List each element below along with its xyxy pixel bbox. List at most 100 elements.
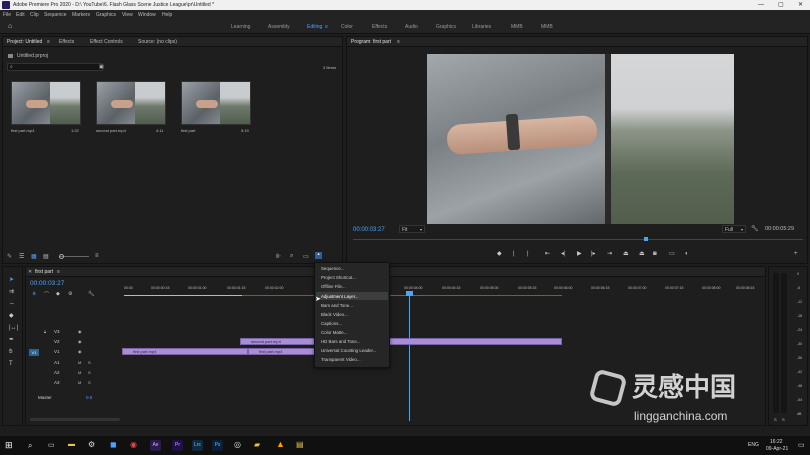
menu-item-universal-counting-leader[interactable]: Universal Counting Leader... xyxy=(321,348,376,353)
add-marker-icon[interactable]: ◆ xyxy=(497,251,502,257)
notes-icon[interactable]: ▤ xyxy=(296,440,304,449)
add-button-icon[interactable]: + xyxy=(794,251,798,257)
task-view-icon[interactable]: ▭ xyxy=(48,441,55,449)
menu-file[interactable]: File xyxy=(3,12,11,18)
menu-item-bars-and-tone[interactable]: Bars and Tone... xyxy=(321,303,353,308)
tab-project-menu-icon[interactable]: ≡ xyxy=(47,39,50,45)
track-a2-label[interactable]: A2 xyxy=(54,370,60,375)
menu-item-project-shortcut[interactable]: Project Shortcut... xyxy=(321,275,356,280)
workspace-audio[interactable]: Audio xyxy=(405,24,418,30)
new-bin-icon[interactable]: ▣ xyxy=(99,64,104,70)
search-icon[interactable]: ⌕ xyxy=(28,441,32,451)
mute-icon[interactable]: M xyxy=(78,380,81,385)
settings-wrench-icon[interactable]: 🔧︎ xyxy=(751,225,759,232)
workspace-effects[interactable]: Effects xyxy=(372,24,387,30)
play-icon[interactable]: ▶ xyxy=(577,251,582,257)
type-tool-icon[interactable]: T xyxy=(9,361,13,367)
file-explorer-icon[interactable]: ▬ xyxy=(68,441,75,448)
vlc-icon[interactable]: ▲ xyxy=(276,439,285,449)
playback-scrubber[interactable] xyxy=(353,237,803,241)
mute-icon[interactable]: M xyxy=(78,370,81,375)
lift-icon[interactable]: ⏏ xyxy=(623,251,629,257)
sequence-menu-icon[interactable]: ≡ xyxy=(57,269,60,275)
menu-item-color-matte[interactable]: Color Matte... xyxy=(321,330,347,335)
vr-icon[interactable]: ◐ xyxy=(685,251,689,257)
ripple-edit-tool-icon[interactable]: ⇔ xyxy=(9,301,15,307)
menu-item-transparent-video[interactable]: Transparent Video... xyxy=(321,357,361,362)
hand-tool-icon[interactable]: ✋︎ xyxy=(9,349,12,355)
new-bin-bottom-icon[interactable]: ▭ xyxy=(303,253,309,260)
lock-icon[interactable]: 🔒︎ xyxy=(44,329,46,334)
snap-icon[interactable]: ⋔ xyxy=(32,291,36,297)
eye-icon[interactable]: ◉ xyxy=(78,349,82,354)
workspace-menu-icon[interactable]: ≡ xyxy=(325,24,328,30)
v1-source-patch[interactable]: V1 xyxy=(29,349,39,356)
go-to-out-icon[interactable]: ⇥ xyxy=(607,251,612,257)
icon-view-icon[interactable]: ▦ xyxy=(31,253,37,260)
list-view-icon[interactable]: ☰ xyxy=(19,253,24,260)
zoom-slider[interactable] xyxy=(59,254,89,259)
menu-item-hd-bars-and-tone[interactable]: HD Bars and Tone... xyxy=(321,339,360,344)
menu-item-sequence[interactable]: Sequence... xyxy=(321,266,344,271)
comparison-view-icon[interactable]: ▭ xyxy=(669,251,675,257)
extract-icon[interactable]: ⏏ xyxy=(639,251,645,257)
windows-start-icon[interactable]: ⊞ xyxy=(5,440,13,451)
clip-thumbnail-first-part-mp4[interactable] xyxy=(11,81,81,125)
step-back-icon[interactable]: ◂| xyxy=(561,251,566,257)
menu-item-captions[interactable]: Captions... xyxy=(321,321,342,326)
solo-icon[interactable]: S xyxy=(88,360,91,365)
program-menu-icon[interactable]: ≡ xyxy=(397,39,400,45)
workspace-color[interactable]: Color xyxy=(341,24,353,30)
chrome-icon[interactable]: ◉ xyxy=(130,440,137,449)
close-sequence-icon[interactable]: ✕ xyxy=(28,269,32,275)
clip-first-part-v1-b[interactable]: first part.mp4 xyxy=(248,348,318,355)
close-icon[interactable]: ✕ xyxy=(798,2,803,8)
taskbar-time[interactable]: 16:22 xyxy=(770,440,783,445)
track-select-tool-icon[interactable]: ⇉ xyxy=(9,289,14,295)
timeline-ruler[interactable]: 00:00 00:00:00:15 00:00:01:00 00:00:01:1… xyxy=(124,283,764,297)
mark-out-icon[interactable]: | xyxy=(527,251,529,257)
mark-in-icon[interactable]: | xyxy=(513,251,515,257)
taskbar-date[interactable]: 09-Apr-21 xyxy=(766,447,788,452)
tab-effect-controls[interactable]: Effect Controls xyxy=(90,40,123,45)
menu-sequence[interactable]: Sequence xyxy=(44,12,67,18)
folder-icon[interactable]: ▰ xyxy=(254,440,260,449)
workspace-libraries[interactable]: Libraries xyxy=(472,24,491,30)
mute-icon[interactable]: M xyxy=(78,360,81,365)
workspace-learning[interactable]: Learning xyxy=(231,24,250,30)
razor-tool-icon[interactable]: ◆ xyxy=(9,313,14,319)
menu-clip[interactable]: Clip xyxy=(30,12,39,18)
sequence-tab[interactable]: first part xyxy=(35,270,53,275)
photoshop-icon[interactable]: Ps xyxy=(212,440,223,451)
timeline-playhead[interactable] xyxy=(406,291,413,421)
timeline-timecode[interactable]: 00:00:03:27 xyxy=(30,280,64,288)
playhead-marker[interactable] xyxy=(644,237,648,241)
clip-thumbnail-first-part-sequence[interactable] xyxy=(181,81,251,125)
program-timecode[interactable]: 00:00:03:27 xyxy=(353,227,385,233)
automate-to-sequence-icon[interactable]: ⊪ xyxy=(276,253,281,260)
clip-first-part-v1-a[interactable]: first part.mp4 xyxy=(122,348,248,355)
menu-graphics[interactable]: Graphics xyxy=(96,12,116,18)
track-v1-label[interactable]: V1 xyxy=(54,349,60,354)
tab-source[interactable]: Source: (no clips) xyxy=(138,40,177,45)
menu-help[interactable]: Help xyxy=(162,12,172,18)
selection-tool-icon[interactable]: ➤ xyxy=(9,277,14,283)
workspace-editing[interactable]: Editing xyxy=(307,24,322,30)
menu-markers[interactable]: Markers xyxy=(72,12,90,18)
track-a3-label[interactable]: A3 xyxy=(54,380,60,385)
fit-dropdown[interactable]: Fit ▾ xyxy=(399,225,425,233)
menu-edit[interactable]: Edit xyxy=(16,12,25,18)
slip-tool-icon[interactable]: |↔| xyxy=(9,325,18,331)
go-to-in-icon[interactable]: ⇤ xyxy=(545,251,550,257)
lightroom-icon[interactable]: Lrc xyxy=(192,440,203,451)
eye-icon[interactable]: ◉ xyxy=(78,329,82,334)
tab-project[interactable]: Project: Untitled xyxy=(7,40,42,45)
explorer-icon[interactable]: ◼ xyxy=(110,440,117,449)
workspace-graphics[interactable]: Graphics xyxy=(436,24,456,30)
sort-icon[interactable]: ≡ xyxy=(95,253,99,259)
media-player-icon[interactable]: ◎ xyxy=(234,440,241,449)
menu-item-black-video[interactable]: Black Video... xyxy=(321,312,348,317)
taskbar-lang[interactable]: ENG xyxy=(748,443,759,448)
tab-effects[interactable]: Effects xyxy=(59,40,74,45)
pen-tool-icon[interactable]: ✒ xyxy=(9,337,14,343)
